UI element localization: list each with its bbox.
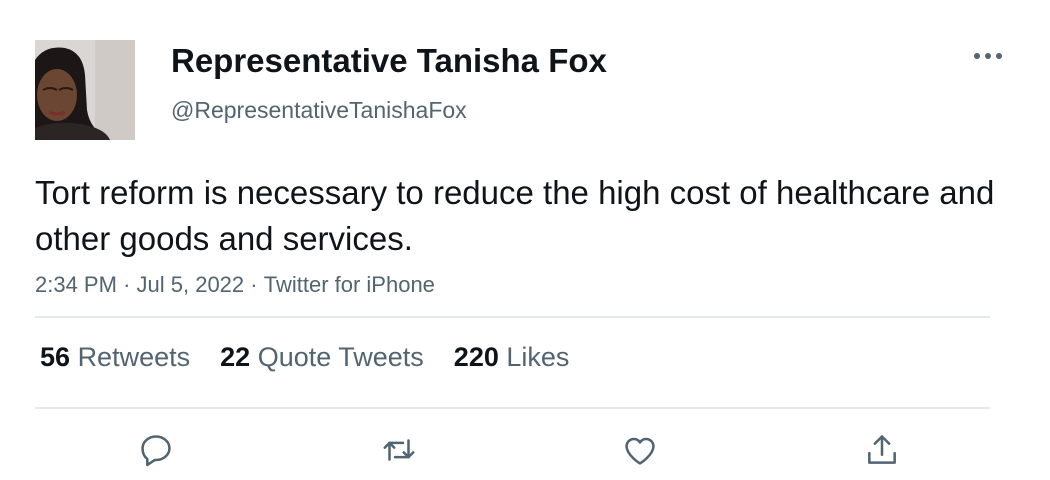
retweets-count: 56 xyxy=(40,342,71,372)
tweet-stats: 56 Retweets 22 Quote Tweets 220 Likes xyxy=(40,342,599,373)
avatar[interactable] xyxy=(35,40,135,140)
tweet-source[interactable]: Twitter for iPhone xyxy=(264,272,435,298)
tweet-actions xyxy=(0,428,1050,472)
tweet-date[interactable]: Jul 5, 2022 xyxy=(137,272,245,298)
avatar-image xyxy=(35,40,135,140)
retweet-icon xyxy=(383,439,415,461)
likes-stat[interactable]: 220 Likes xyxy=(454,342,570,373)
retweets-label: Retweets xyxy=(77,342,191,372)
retweet-button[interactable] xyxy=(377,428,421,472)
tweet-metadata: 2:34 PM · Jul 5, 2022 · Twitter for iPho… xyxy=(35,272,435,298)
meta-separator: · xyxy=(250,272,258,297)
reply-button[interactable] xyxy=(134,428,178,472)
tweet-detail: Representative Tanisha Fox @Representati… xyxy=(0,0,1050,480)
more-options-button[interactable] xyxy=(968,42,1008,70)
share-icon xyxy=(868,435,896,464)
reply-icon xyxy=(141,435,171,467)
quote-tweets-label: Quote Tweets xyxy=(257,342,424,372)
tweet-text: Tort reform is necessary to reduce the h… xyxy=(35,174,995,257)
quote-tweets-stat[interactable]: 22 Quote Tweets xyxy=(220,342,424,373)
like-button[interactable] xyxy=(618,428,662,472)
likes-count: 220 xyxy=(453,342,499,372)
meta-separator: · xyxy=(123,272,131,297)
tweet-time[interactable]: 2:34 PM xyxy=(35,272,117,298)
quote-tweets-count: 22 xyxy=(220,342,251,372)
author-handle[interactable]: @RepresentativeTanishaFox xyxy=(171,97,467,124)
author-display-name[interactable]: Representative Tanisha Fox xyxy=(171,42,607,80)
divider xyxy=(35,407,990,409)
likes-label: Likes xyxy=(506,342,570,372)
retweets-stat[interactable]: 56 Retweets xyxy=(40,342,190,373)
divider xyxy=(35,316,990,318)
heart-icon xyxy=(625,437,655,465)
share-button[interactable] xyxy=(860,428,904,472)
more-horizontal-icon xyxy=(974,53,1002,59)
